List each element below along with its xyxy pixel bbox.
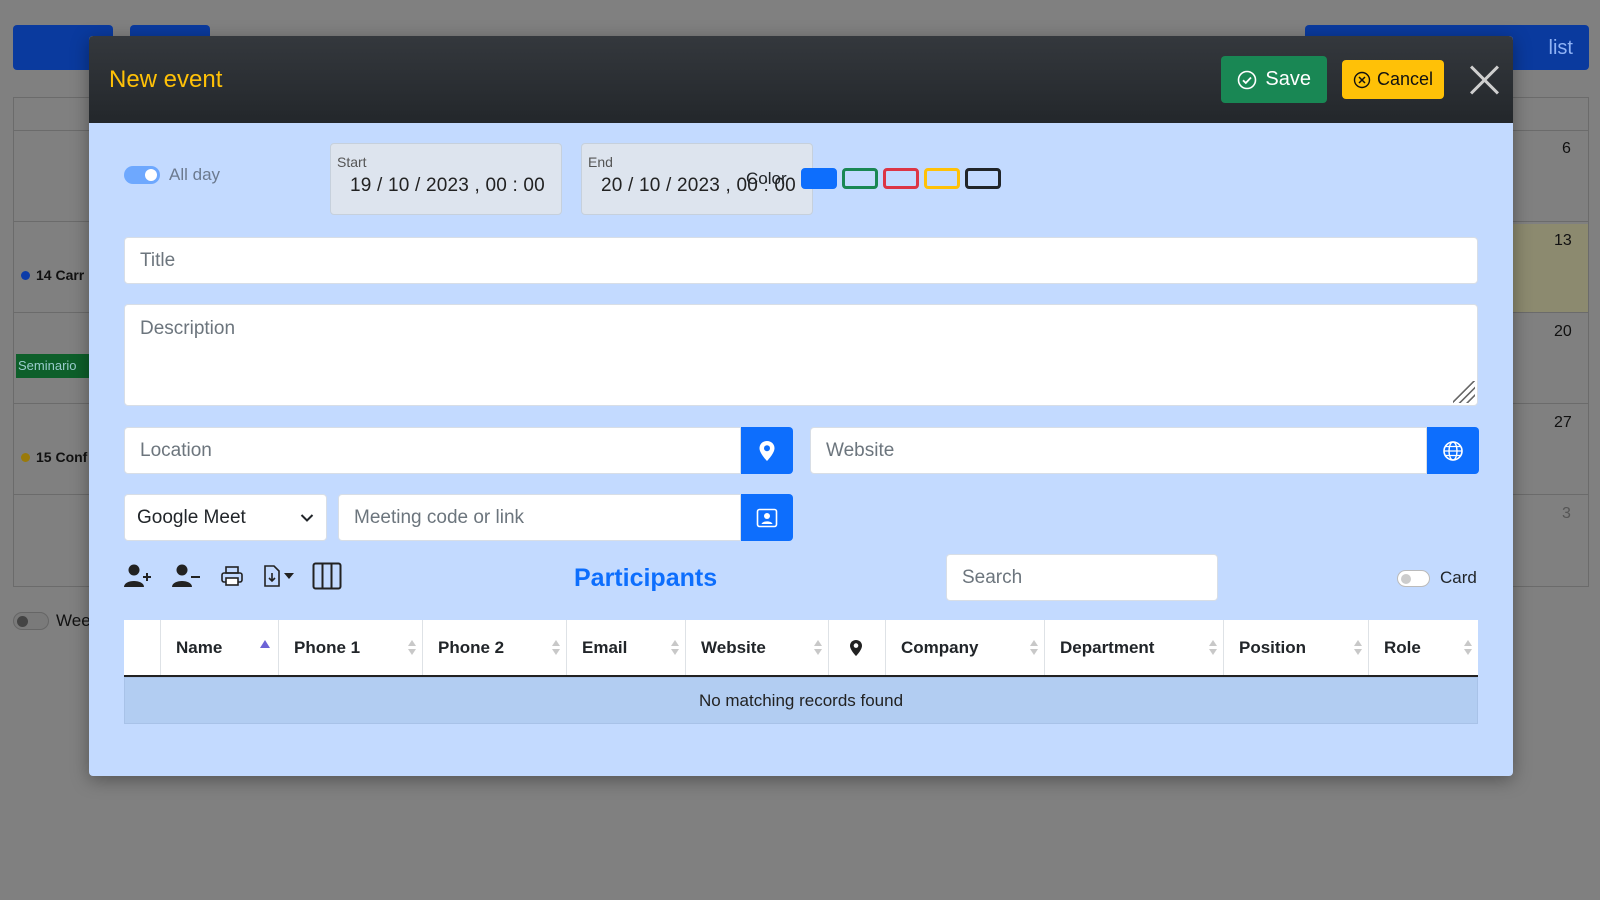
- map-pin-icon: [759, 440, 775, 461]
- remove-user-icon[interactable]: [172, 563, 202, 589]
- location-input[interactable]: Location: [124, 427, 741, 474]
- end-label: End: [588, 154, 613, 170]
- meeting-button[interactable]: [741, 494, 793, 541]
- x-circle-icon: [1353, 71, 1371, 88]
- day-number: 13: [1554, 232, 1572, 249]
- title-input[interactable]: Title: [124, 237, 1478, 284]
- start-value: 19 / 10 / 2023 , 00 : 00: [350, 175, 545, 196]
- print-icon[interactable]: [220, 564, 244, 588]
- card-switch[interactable]: [1397, 569, 1430, 587]
- event-dot-icon: [21, 270, 30, 280]
- color-swatch-red[interactable]: [883, 168, 919, 189]
- day-number: 3: [1562, 505, 1571, 522]
- modal-title: New event: [109, 65, 223, 93]
- participants-heading: Participants: [574, 564, 718, 592]
- save-label: Save: [1265, 68, 1311, 90]
- empty-table-message: No matching records found: [124, 677, 1478, 724]
- export-dropdown[interactable]: [262, 564, 294, 588]
- location-button[interactable]: [741, 427, 793, 474]
- website-input[interactable]: Website: [810, 427, 1427, 474]
- start-date-field[interactable]: Start 19 / 10 / 2023 , 00 : 00: [330, 143, 562, 215]
- participants-toolbar: [124, 561, 342, 591]
- weekends-label: Wee: [56, 611, 91, 630]
- allday-switch[interactable]: [124, 166, 160, 184]
- meeting-code-input[interactable]: Meeting code or link: [338, 494, 741, 541]
- table-header: Name Phone 1 Phone 2 Email Website Compa…: [124, 620, 1478, 677]
- column-header-role[interactable]: Role: [1369, 620, 1478, 675]
- resize-handle-icon[interactable]: [1453, 381, 1475, 403]
- video-contact-icon: [756, 508, 778, 527]
- color-swatches: [801, 168, 1001, 189]
- sort-icon: [1354, 640, 1362, 656]
- column-header-select[interactable]: [124, 620, 161, 675]
- sort-icon: [552, 640, 560, 656]
- sort-icon: [1464, 640, 1472, 656]
- export-icon: [264, 565, 280, 587]
- cancel-button[interactable]: Cancel: [1341, 60, 1444, 99]
- allday-label: All day: [169, 165, 221, 184]
- card-toggle[interactable]: Card: [1397, 568, 1477, 588]
- column-header-department[interactable]: Department: [1045, 620, 1224, 675]
- calendar-event[interactable]: 15 Conf: [21, 449, 87, 465]
- meeting-platform-select[interactable]: Google Meet: [124, 494, 327, 541]
- event-label: 14 Carr: [36, 267, 85, 283]
- column-header-website[interactable]: Website: [686, 620, 829, 675]
- day-number: 6: [1562, 140, 1571, 157]
- allday-toggle[interactable]: All day: [124, 165, 220, 185]
- participants-table: Name Phone 1 Phone 2 Email Website Compa…: [124, 620, 1478, 724]
- event-label: 15 Conf: [36, 449, 88, 465]
- sort-icon: [814, 640, 822, 656]
- check-circle-icon: [1238, 70, 1257, 89]
- start-label: Start: [337, 154, 367, 170]
- website-button[interactable]: [1427, 427, 1479, 474]
- globe-icon: [1443, 440, 1463, 461]
- chevron-down-icon: [300, 513, 314, 522]
- color-swatch-green[interactable]: [842, 168, 878, 189]
- sort-icon: [1030, 640, 1038, 656]
- day-number: 27: [1554, 414, 1572, 431]
- column-header-phone1[interactable]: Phone 1: [279, 620, 423, 675]
- card-label: Card: [1440, 568, 1477, 587]
- column-header-email[interactable]: Email: [567, 620, 686, 675]
- column-header-position[interactable]: Position: [1224, 620, 1369, 675]
- column-header-phone2[interactable]: Phone 2: [423, 620, 567, 675]
- column-header-name[interactable]: Name: [161, 620, 279, 675]
- sort-icon: [671, 640, 679, 656]
- view-list-button[interactable]: list: [1549, 37, 1573, 60]
- calendar-event-seminario[interactable]: Seminario: [16, 354, 90, 378]
- sort-asc-icon: [260, 640, 270, 648]
- new-event-modal: New event Save Cancel All day Start 19 /…: [89, 36, 1513, 776]
- weekends-toggle[interactable]: [13, 612, 49, 630]
- color-label: Color: [746, 169, 787, 188]
- search-input[interactable]: Search: [946, 554, 1218, 601]
- caret-down-icon: [284, 573, 294, 579]
- column-header-location[interactable]: [829, 620, 886, 675]
- close-icon[interactable]: [1467, 63, 1501, 97]
- color-swatch-blue[interactable]: [801, 168, 837, 189]
- sort-icon: [1209, 640, 1217, 656]
- column-header-company[interactable]: Company: [886, 620, 1045, 675]
- color-swatch-yellow[interactable]: [924, 168, 960, 189]
- map-pin-icon: [850, 639, 862, 656]
- color-swatch-dark[interactable]: [965, 168, 1001, 189]
- description-textarea[interactable]: Description: [124, 304, 1478, 406]
- meeting-platform-value: Google Meet: [137, 506, 246, 528]
- day-number: 20: [1554, 323, 1572, 340]
- sort-icon: [408, 640, 416, 656]
- add-user-icon[interactable]: [124, 563, 154, 589]
- modal-header: New event Save Cancel: [89, 36, 1513, 123]
- event-dot-icon: [21, 452, 30, 462]
- description-placeholder: Description: [140, 318, 236, 339]
- calendar-event[interactable]: 14 Carr: [21, 267, 84, 283]
- columns-icon[interactable]: [312, 562, 342, 590]
- cancel-label: Cancel: [1376, 69, 1433, 89]
- save-button[interactable]: Save: [1221, 56, 1327, 103]
